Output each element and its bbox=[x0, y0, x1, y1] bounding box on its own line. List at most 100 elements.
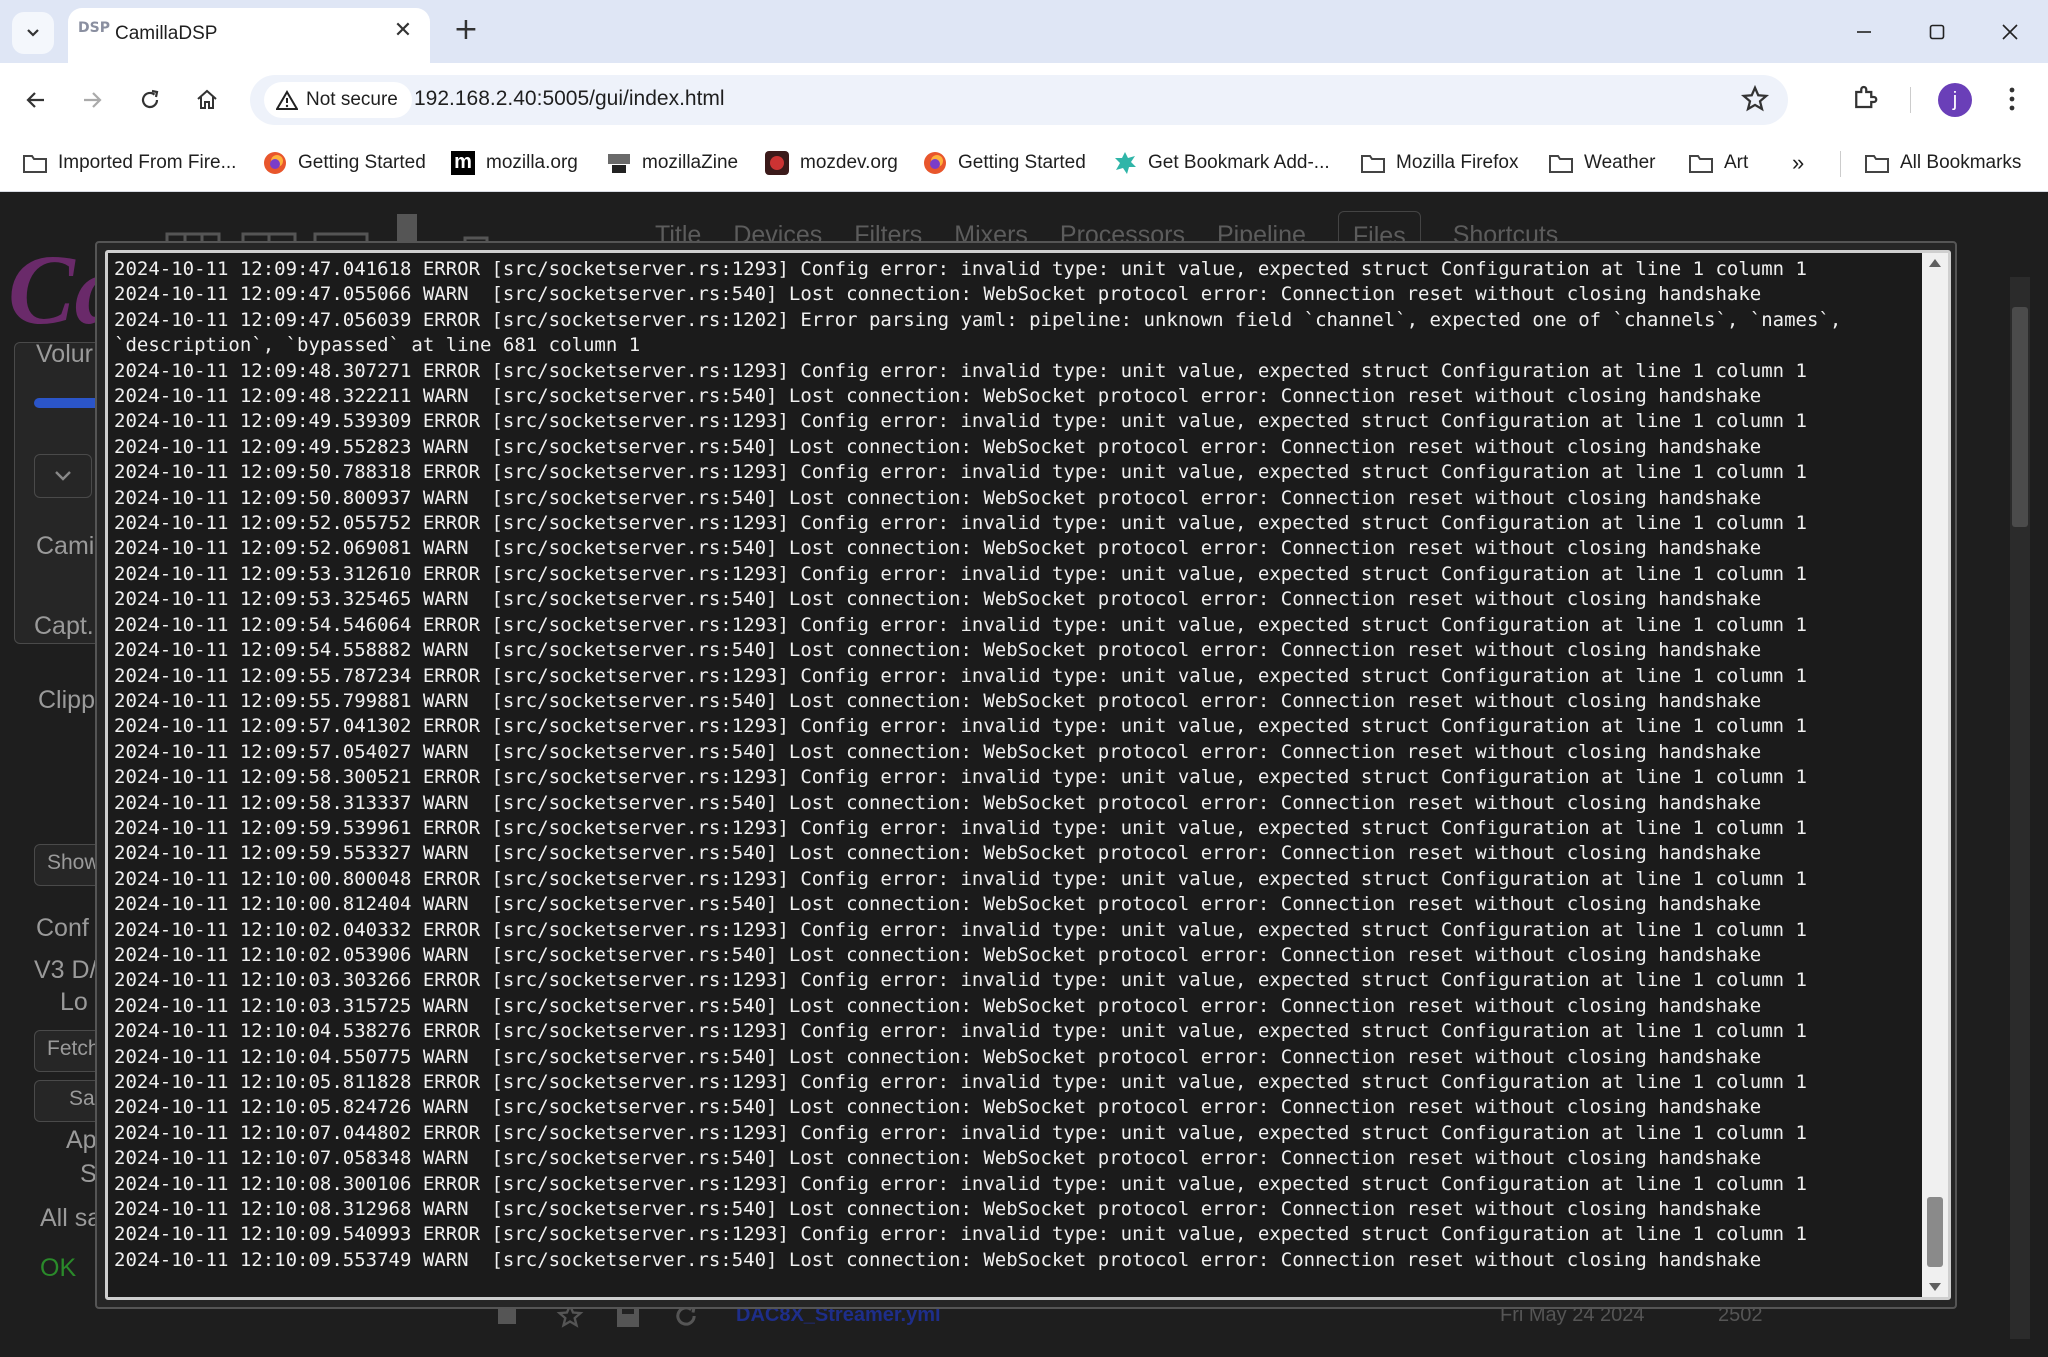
log-line: 2024-10-11 12:10:02.040332 ERROR [src/so… bbox=[114, 918, 1807, 941]
bookmark-label: Getting Started bbox=[958, 152, 1086, 173]
log-line: 2024-10-11 12:09:52.069081 WARN [src/soc… bbox=[114, 537, 1762, 560]
mozilla-icon: m bbox=[450, 150, 476, 176]
bookmark-link[interactable]: mozillaZine bbox=[606, 146, 738, 180]
expand-button[interactable] bbox=[34, 454, 92, 498]
log-line: 2024-10-11 12:10:05.824726 WARN [src/soc… bbox=[114, 1096, 1762, 1119]
bookmark-label: Mozilla Firefox bbox=[1396, 152, 1519, 173]
bookmark-label: mozdev.org bbox=[800, 152, 898, 173]
site-info-button[interactable]: Not secure bbox=[264, 82, 412, 118]
log-line: 2024-10-11 12:09:50.788318 ERROR [src/so… bbox=[114, 461, 1807, 484]
bookmark-link[interactable]: Getting Started bbox=[262, 146, 426, 180]
scroll-up-icon[interactable] bbox=[1929, 259, 1941, 267]
arrow-right-icon bbox=[84, 92, 102, 108]
log-line: 2024-10-11 12:09:47.041618 ERROR [src/so… bbox=[114, 258, 1807, 280]
bookmark-folder[interactable]: Imported From Fire... bbox=[22, 146, 236, 180]
log-line: 2024-10-11 12:09:50.800937 WARN [src/soc… bbox=[114, 486, 1762, 509]
warning-icon bbox=[276, 90, 298, 110]
close-window-button[interactable] bbox=[1986, 10, 2034, 54]
log-line: 2024-10-11 12:10:03.303266 ERROR [src/so… bbox=[114, 969, 1807, 992]
log-line: 2024-10-11 12:09:52.055752 ERROR [src/so… bbox=[114, 512, 1807, 535]
url-text[interactable]: 192.168.2.40:5005/gui/index.html bbox=[414, 87, 725, 111]
capture-label: Capt. bbox=[34, 612, 94, 640]
close-icon[interactable]: ✕ bbox=[390, 18, 416, 44]
volume-slider[interactable] bbox=[34, 398, 104, 408]
log-line: 2024-10-11 12:10:07.044802 ERROR [src/so… bbox=[114, 1121, 1807, 1144]
bookmark-folder[interactable]: Art bbox=[1688, 146, 1748, 180]
log-content: 2024-10-11 12:09:47.041618 ERROR [src/so… bbox=[108, 253, 1922, 1273]
home-button[interactable] bbox=[187, 80, 227, 120]
bookmark-folder[interactable]: Mozilla Firefox bbox=[1360, 146, 1518, 180]
firefox-icon bbox=[922, 150, 948, 176]
scroll-down-icon[interactable] bbox=[1929, 1283, 1941, 1291]
more-vertical-icon bbox=[2009, 87, 2015, 111]
log-line: 2024-10-11 12:10:00.812404 WARN [src/soc… bbox=[114, 893, 1762, 916]
bookmark-folder[interactable]: Weather bbox=[1548, 146, 1655, 180]
folder-icon bbox=[1864, 150, 1890, 176]
log-line: 2024-10-11 12:09:47.056039 ERROR [src/so… bbox=[114, 308, 1842, 331]
fetch-label: Fetch bbox=[47, 1037, 100, 1060]
bookmark-link[interactable]: Get Bookmark Add-... bbox=[1112, 146, 1330, 180]
bookmarks-overflow-button[interactable]: » bbox=[1792, 146, 1804, 180]
log-line: 2024-10-11 12:09:48.322211 WARN [src/soc… bbox=[114, 385, 1762, 408]
log-line: 2024-10-11 12:09:48.307271 ERROR [src/so… bbox=[114, 359, 1807, 382]
log-line: 2024-10-11 12:10:04.538276 ERROR [src/so… bbox=[114, 1020, 1807, 1043]
browser-tab[interactable]: DSP CamillaDSP ✕ bbox=[68, 8, 430, 63]
firefox-icon bbox=[262, 150, 288, 176]
log-scrollbar[interactable] bbox=[1922, 253, 1948, 1297]
log-line: 2024-10-11 12:10:09.540993 ERROR [src/so… bbox=[114, 1223, 1807, 1246]
config-heading: Conf bbox=[36, 914, 89, 942]
log-line: 2024-10-11 12:10:07.058348 WARN [src/soc… bbox=[114, 1147, 1762, 1170]
log-line: 2024-10-11 12:10:04.550775 WARN [src/soc… bbox=[114, 1045, 1762, 1068]
bookmark-star-button[interactable] bbox=[1740, 84, 1770, 119]
back-button[interactable] bbox=[16, 80, 56, 120]
folder-icon bbox=[1360, 150, 1386, 176]
bookmarks-divider bbox=[1840, 151, 1841, 177]
bookmark-label: Getting Started bbox=[298, 152, 426, 173]
bookmark-link[interactable]: m mozilla.org bbox=[450, 146, 578, 180]
reload-icon bbox=[141, 89, 159, 109]
log-line: 2024-10-11 12:09:49.552823 WARN [src/soc… bbox=[114, 435, 1762, 458]
bookmark-label: All Bookmarks bbox=[1900, 152, 2022, 173]
log-line: 2024-10-11 12:10:08.312968 WARN [src/soc… bbox=[114, 1198, 1762, 1221]
puzzle-icon bbox=[1855, 85, 1878, 109]
log-line: 2024-10-11 12:10:09.553749 WARN [src/soc… bbox=[114, 1248, 1762, 1271]
all-bookmarks-button[interactable]: All Bookmarks bbox=[1864, 146, 2021, 180]
forward-button[interactable] bbox=[72, 80, 112, 120]
minimize-icon bbox=[1857, 31, 1871, 33]
log-textarea[interactable]: 2024-10-11 12:09:47.041618 ERROR [src/so… bbox=[105, 250, 1951, 1300]
bookmark-label: Imported From Fire... bbox=[58, 152, 237, 173]
maximize-icon bbox=[1929, 24, 1945, 40]
browser-menu-button[interactable] bbox=[2004, 83, 2020, 120]
chevron-down-icon bbox=[55, 471, 71, 481]
browser-toolbar: Not secure 192.168.2.40:5005/gui/index.h… bbox=[0, 63, 2048, 137]
log-line: 2024-10-11 12:09:54.546064 ERROR [src/so… bbox=[114, 613, 1807, 636]
tab-search-button[interactable] bbox=[12, 12, 54, 54]
bookmark-link[interactable]: Getting Started bbox=[922, 146, 1086, 180]
log-line: 2024-10-11 12:10:03.315725 WARN [src/soc… bbox=[114, 994, 1762, 1017]
folder-icon bbox=[1688, 150, 1714, 176]
minimize-button[interactable] bbox=[1840, 10, 1888, 54]
page-scrollbar[interactable] bbox=[2010, 277, 2030, 1339]
maximize-button[interactable] bbox=[1913, 10, 1961, 54]
save-label: Sa bbox=[69, 1087, 95, 1110]
status-ok: OK bbox=[40, 1254, 77, 1282]
new-tab-button[interactable]: + bbox=[448, 12, 484, 48]
bookmark-link[interactable]: mozdev.org bbox=[764, 146, 898, 180]
profile-avatar[interactable]: j bbox=[1938, 83, 1972, 117]
log-line: 2024-10-11 12:09:58.300521 ERROR [src/so… bbox=[114, 766, 1807, 789]
status-heading: Cami bbox=[36, 532, 95, 560]
bookmark-label: mozillaZine bbox=[642, 152, 739, 173]
reload-button[interactable] bbox=[130, 80, 170, 120]
page-scrollbar-thumb[interactable] bbox=[2012, 307, 2028, 527]
log-scrollbar-thumb[interactable] bbox=[1927, 1197, 1943, 1267]
log-line: 2024-10-11 12:09:57.054027 WARN [src/soc… bbox=[114, 740, 1762, 763]
extensions-button[interactable] bbox=[1850, 82, 1880, 117]
chevron-down-icon bbox=[27, 29, 39, 37]
log-line: 2024-10-11 12:09:58.313337 WARN [src/soc… bbox=[114, 791, 1762, 814]
address-bar[interactable]: Not secure 192.168.2.40:5005/gui/index.h… bbox=[250, 75, 1788, 125]
log-line: 2024-10-11 12:09:53.312610 ERROR [src/so… bbox=[114, 562, 1807, 585]
log-line: 2024-10-11 12:09:53.325465 WARN [src/soc… bbox=[114, 588, 1762, 611]
star-icon bbox=[1740, 84, 1770, 112]
show-label: Show bbox=[47, 851, 100, 874]
mozdev-icon bbox=[764, 150, 790, 176]
